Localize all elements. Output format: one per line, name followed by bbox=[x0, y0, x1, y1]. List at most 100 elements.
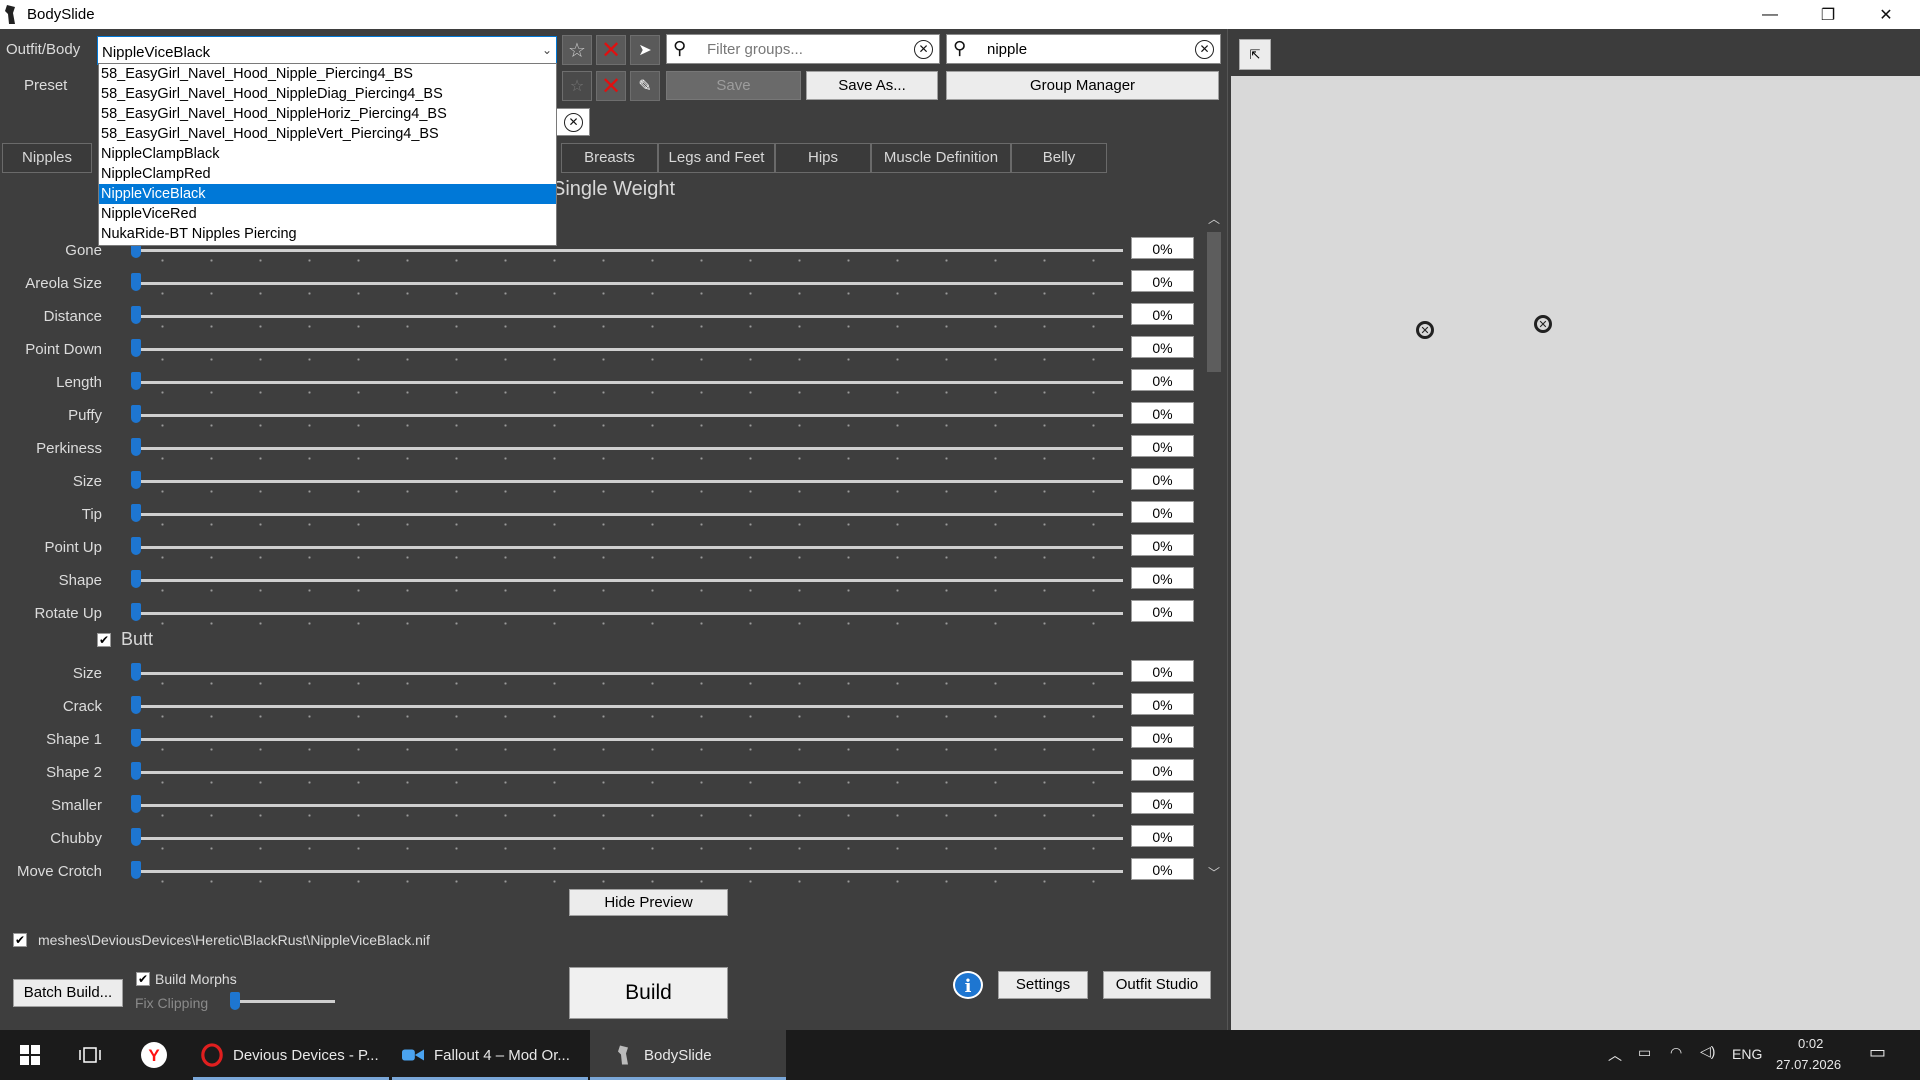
slider-track[interactable] bbox=[134, 381, 1123, 384]
battery-icon[interactable]: ▭ bbox=[1638, 1044, 1651, 1061]
build-morphs-checkbox[interactable]: ✔ bbox=[136, 972, 150, 986]
slider-thumb[interactable] bbox=[131, 339, 141, 357]
slider-thumb[interactable] bbox=[131, 696, 141, 714]
slider-value-input[interactable]: 0% bbox=[1131, 402, 1194, 424]
slider-track[interactable] bbox=[134, 804, 1123, 807]
settings-button[interactable]: Settings bbox=[998, 971, 1088, 999]
slider-value-input[interactable]: 0% bbox=[1131, 270, 1194, 292]
slider-track[interactable] bbox=[134, 672, 1123, 675]
slider-thumb[interactable] bbox=[131, 471, 141, 489]
close-button[interactable]: ✕ bbox=[1857, 0, 1915, 29]
cursor-tool-icon[interactable]: ➤ bbox=[630, 35, 660, 65]
edit-pencil-icon[interactable]: ✎ bbox=[630, 71, 660, 101]
dropdown-option[interactable]: NippleClampBlack bbox=[99, 144, 556, 164]
slider-track[interactable] bbox=[134, 705, 1123, 708]
fix-clipping-thumb[interactable] bbox=[230, 992, 240, 1010]
delete-preset-icon[interactable]: ✕ bbox=[596, 71, 626, 101]
slider-thumb[interactable] bbox=[131, 603, 141, 621]
slider-value-input[interactable]: 0% bbox=[1131, 237, 1194, 259]
dropdown-option[interactable]: NippleViceRed bbox=[99, 204, 556, 224]
clear-icon[interactable]: ✕ bbox=[914, 40, 933, 59]
slider-value-input[interactable]: 0% bbox=[1131, 825, 1194, 847]
slider-track[interactable] bbox=[134, 414, 1123, 417]
dropdown-option[interactable]: NippleClampRed bbox=[99, 164, 556, 184]
slider-track[interactable] bbox=[134, 837, 1123, 840]
delete-outfit-icon[interactable]: ✕ bbox=[596, 35, 626, 65]
slider-value-input[interactable]: 0% bbox=[1131, 567, 1194, 589]
clock-time[interactable]: 0:02 bbox=[1798, 1036, 1823, 1051]
slider-thumb[interactable] bbox=[131, 570, 141, 588]
outfit-filter-input[interactable]: ⚲ nipple ✕ bbox=[946, 34, 1221, 64]
slider-thumb[interactable] bbox=[131, 273, 141, 291]
yandex-browser-icon[interactable]: Y bbox=[136, 1030, 172, 1080]
chevron-up-icon[interactable]: ︿ bbox=[1608, 1045, 1622, 1065]
slider-thumb[interactable] bbox=[131, 795, 141, 813]
slider-value-input[interactable]: 0% bbox=[1131, 501, 1194, 523]
dropdown-option[interactable]: 58_EasyGirl_Navel_Hood_NippleDiag_Pierci… bbox=[99, 84, 556, 104]
taskbar-item-opera[interactable]: Devious Devices - P... bbox=[193, 1030, 389, 1080]
slider-track[interactable] bbox=[134, 348, 1123, 351]
task-view-icon[interactable] bbox=[72, 1030, 108, 1080]
hide-preview-button[interactable]: Hide Preview bbox=[569, 889, 728, 916]
slider-value-input[interactable]: 0% bbox=[1131, 468, 1194, 490]
slider-value-input[interactable]: 0% bbox=[1131, 693, 1194, 715]
slider-value-input[interactable]: 0% bbox=[1131, 435, 1194, 457]
slider-thumb[interactable] bbox=[131, 537, 141, 555]
slider-value-input[interactable]: 0% bbox=[1131, 600, 1194, 622]
scrollbar-thumb[interactable] bbox=[1207, 232, 1221, 372]
slider-track[interactable] bbox=[134, 513, 1123, 516]
outfit-dropdown-list[interactable]: 58_EasyGirl_Navel_Hood_Nipple_Piercing4_… bbox=[98, 63, 557, 246]
clock-date[interactable]: 27.07.2026 bbox=[1776, 1057, 1841, 1072]
slider-track[interactable] bbox=[134, 579, 1123, 582]
slider-thumb[interactable] bbox=[131, 828, 141, 846]
slider-thumb[interactable] bbox=[131, 729, 141, 747]
dropdown-option[interactable]: 58_EasyGirl_Navel_Hood_NippleHoriz_Pierc… bbox=[99, 104, 556, 124]
slider-thumb[interactable] bbox=[131, 372, 141, 390]
restore-button[interactable]: ❐ bbox=[1799, 0, 1857, 29]
slider-thumb[interactable] bbox=[131, 861, 141, 879]
slider-thumb[interactable] bbox=[131, 504, 141, 522]
slider-value-input[interactable]: 0% bbox=[1131, 303, 1194, 325]
slider-track[interactable] bbox=[134, 870, 1123, 873]
save-as-button[interactable]: Save As... bbox=[806, 71, 938, 100]
build-button[interactable]: Build bbox=[569, 967, 728, 1019]
fix-clipping-slider[interactable] bbox=[230, 992, 335, 1010]
slider-value-input[interactable]: 0% bbox=[1131, 726, 1194, 748]
volume-icon[interactable]: ◁) bbox=[1700, 1043, 1715, 1060]
slider-value-input[interactable]: 0% bbox=[1131, 534, 1194, 556]
tab-nipples[interactable]: Nipples bbox=[2, 143, 92, 173]
scroll-up-icon[interactable]: ︿ bbox=[1206, 210, 1222, 226]
slider-track[interactable] bbox=[134, 249, 1123, 252]
slider-track[interactable] bbox=[134, 315, 1123, 318]
wifi-icon[interactable]: ◠ bbox=[1670, 1044, 1682, 1061]
preview-viewport[interactable]: ✕ ✕ bbox=[1231, 76, 1920, 1030]
batch-build-button[interactable]: Batch Build... bbox=[13, 979, 123, 1007]
language-indicator[interactable]: ENG bbox=[1732, 1046, 1762, 1062]
slider-thumb[interactable] bbox=[131, 438, 141, 456]
taskbar-item-bodyslide[interactable]: BodySlide bbox=[590, 1030, 786, 1080]
slider-value-input[interactable]: 0% bbox=[1131, 336, 1194, 358]
slider-thumb[interactable] bbox=[131, 306, 141, 324]
slider-value-input[interactable]: 0% bbox=[1131, 858, 1194, 880]
slider-thumb[interactable] bbox=[131, 663, 141, 681]
slider-track[interactable] bbox=[134, 282, 1123, 285]
slider-value-input[interactable]: 0% bbox=[1131, 792, 1194, 814]
popout-preview-icon[interactable]: ⇱ bbox=[1239, 39, 1271, 70]
slider-thumb[interactable] bbox=[131, 762, 141, 780]
sliders-scrollbar[interactable]: ︿ ﹀ bbox=[1204, 208, 1224, 882]
tab-muscle-definition[interactable]: Muscle Definition bbox=[871, 143, 1011, 173]
outfit-body-select[interactable]: NippleViceBlack ⌄ bbox=[97, 36, 557, 65]
dropdown-option[interactable]: 58_EasyGirl_Navel_Hood_NippleVert_Pierci… bbox=[99, 124, 556, 144]
output-path-checkbox[interactable]: ✔ bbox=[13, 933, 27, 947]
outfit-studio-button[interactable]: Outfit Studio bbox=[1103, 971, 1211, 999]
taskbar-item-mod-organizer[interactable]: Fallout 4 – Mod Or... bbox=[392, 1030, 588, 1080]
favorite-star-icon[interactable]: ☆ bbox=[562, 35, 592, 65]
slider-track[interactable] bbox=[134, 738, 1123, 741]
info-icon[interactable]: i bbox=[953, 971, 983, 999]
windows-start-icon[interactable] bbox=[12, 1030, 48, 1080]
slider-value-input[interactable]: 0% bbox=[1131, 369, 1194, 391]
dropdown-option[interactable]: NukaRide-BT Nipples Piercing bbox=[99, 224, 556, 244]
slider-track[interactable] bbox=[134, 612, 1123, 615]
notifications-icon[interactable]: ▭ bbox=[1869, 1042, 1886, 1063]
slider-value-input[interactable]: 0% bbox=[1131, 759, 1194, 781]
